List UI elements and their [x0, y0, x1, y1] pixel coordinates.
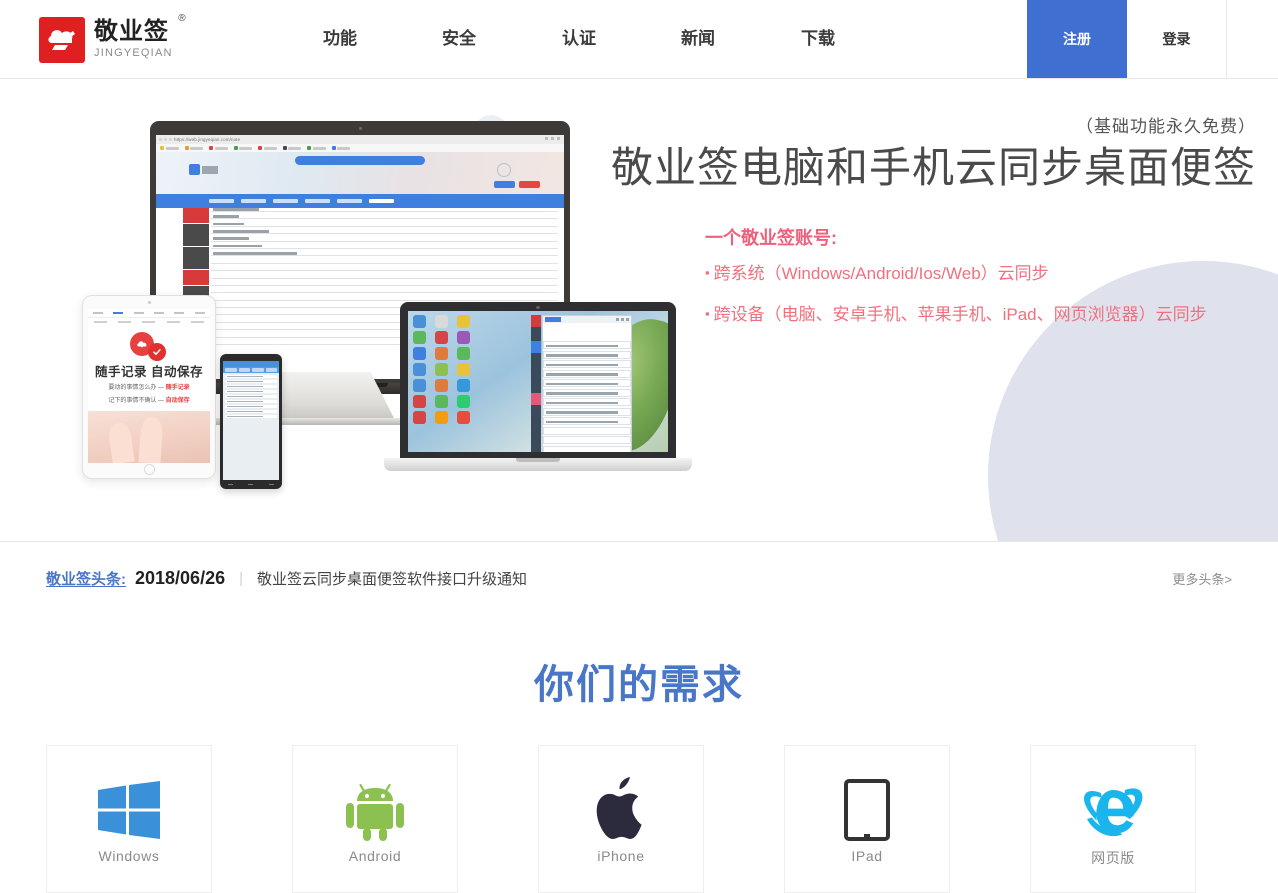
webapp-logo-icon	[188, 164, 218, 175]
sticky-note-items	[543, 321, 631, 452]
device-phone	[220, 354, 282, 489]
hero-bullet-list: 一个敬业签账号: ▪ 跨系统（Windows/Android/Ios/Web）云同…	[611, 223, 1256, 335]
hero-free-note: （基础功能永久免费）	[1076, 117, 1256, 136]
tablet-camera-icon	[147, 301, 151, 304]
phone-note-list	[223, 373, 279, 422]
ipad-icon	[844, 776, 890, 844]
platform-label-ipad: IPad	[851, 848, 883, 864]
news-label: 敬业签头条:	[46, 571, 126, 588]
android-icon	[346, 776, 404, 844]
nav-item-download[interactable]: 下载	[775, 0, 861, 78]
webapp-tab-bar	[156, 194, 564, 208]
internet-explorer-icon	[1081, 776, 1145, 844]
webapp-header-banner	[156, 152, 564, 194]
bookmark-item	[233, 146, 252, 150]
desktop-sticky-note-window	[542, 315, 632, 452]
hero-bullet-2: ▪ 跨设备（电脑、安卓手机、苹果手机、iPad、网页浏览器）云同步	[705, 294, 1256, 335]
page-root: 敬业签 ® JINGYEQIAN 功能 安全 认证 新闻 下载 注册 登录 ht…	[0, 0, 1278, 893]
nav-item-features[interactable]: 功能	[297, 0, 383, 78]
monitor-camera-icon	[536, 305, 540, 309]
bookmark-item	[282, 146, 301, 150]
bullet-dot-icon: ▪	[704, 306, 710, 321]
desktop-note-sidebar	[531, 315, 541, 452]
nav-item-security[interactable]: 安全	[416, 0, 502, 78]
apple-icon	[594, 776, 649, 844]
platform-card-iphone[interactable]: iPhone	[538, 745, 704, 893]
news-headline-link[interactable]: 敬业签云同步桌面便签软件接口升级通知	[257, 568, 527, 589]
hero-section: https://web.jingyeqian.com/note 随手记录 自动保…	[0, 79, 1278, 541]
browser-url-text: https://web.jingyeqian.com/note	[174, 136, 241, 142]
register-button[interactable]: 注册	[1027, 0, 1127, 78]
hero-bullet-1: ▪ 跨系统（Windows/Android/Ios/Web）云同步	[705, 253, 1256, 294]
laptop-camera-icon	[358, 127, 362, 130]
tablet-badge-icons	[88, 332, 210, 362]
phone-nav-buttons	[220, 481, 282, 488]
platform-card-web[interactable]: 网页版	[1030, 745, 1196, 893]
monitor-hinge	[516, 458, 560, 462]
tablet-screen: 随手记录 自动保存 要动的事情怎么办 — 随手记录 记下的事情不确认 — 自动保…	[88, 309, 210, 463]
news-date: 2018/06/26	[135, 568, 226, 588]
platform-label-android: Android	[348, 848, 402, 864]
browser-chrome-bar: https://web.jingyeqian.com/note	[156, 135, 564, 144]
platform-label-iphone: iPhone	[597, 848, 645, 864]
site-header: 敬业签 ® JINGYEQIAN 功能 安全 认证 新闻 下载 注册 登录	[0, 0, 1278, 79]
platform-card-windows[interactable]: Windows	[46, 745, 212, 893]
platform-label-windows: Windows	[98, 848, 160, 864]
news-more-link[interactable]: 更多头条>	[1172, 569, 1232, 588]
webapp-avatar-icon	[496, 163, 511, 177]
tablet-tab-bar	[88, 309, 210, 318]
desktop-icons	[413, 315, 475, 424]
check-circle-icon	[148, 343, 166, 361]
bookmark-item	[160, 146, 179, 150]
webapp-search-bar	[294, 156, 426, 165]
hero-title: 敬业签电脑和手机云同步桌面便签	[610, 144, 1256, 191]
platform-card-ipad[interactable]: IPad	[784, 745, 950, 893]
sticky-note-tab	[545, 317, 561, 322]
bookmark-item	[307, 146, 326, 150]
tablet-promo-line-1-emphasis: 随手记录	[165, 385, 190, 391]
webapp-action-buttons	[493, 181, 540, 188]
hero-bullet-1-text: 跨系统（Windows/Android/Ios/Web）云同步	[713, 264, 1049, 283]
bookmark-item	[209, 146, 228, 150]
tablet-home-button	[143, 464, 155, 475]
nav-item-news[interactable]: 新闻	[655, 0, 741, 78]
tablet-promo-art: 随手记录 自动保存 要动的事情怎么办 — 随手记录 记下的事情不确认 — 自动保…	[88, 326, 210, 407]
tablet-hand-photo	[88, 411, 210, 463]
tablet-promo-heading: 随手记录 自动保存	[95, 365, 203, 379]
tablet-toolbar	[88, 318, 210, 326]
platform-card-list: Windows Android iPhone IPad 网页版	[46, 745, 1232, 893]
hero-copy: （基础功能永久免费） 敬业签电脑和手机云同步桌面便签 一个敬业签账号: ▪ 跨系统…	[611, 115, 1256, 335]
tablet-promo-line-2-text: 记下的事情不确认 —	[108, 398, 166, 404]
needs-section-title: 你们的需求	[534, 663, 744, 707]
bookmark-item	[331, 146, 350, 150]
tablet-promo-line-1: 要动的事情怎么办 — 随手记录	[88, 383, 210, 394]
device-tablet: 随手记录 自动保存 要动的事情怎么办 — 随手记录 记下的事情不确认 — 自动保…	[82, 295, 216, 479]
browser-window-controls-icon	[545, 137, 560, 140]
bookmark-item	[258, 146, 277, 150]
browser-bookmarks-bar	[156, 144, 564, 152]
tablet-promo-line-2-emphasis: 自动保存	[165, 398, 190, 404]
news-divider: |	[239, 570, 243, 587]
windows-icon	[98, 776, 160, 844]
phone-screen	[223, 361, 279, 480]
news-ticker-bar: 敬业签头条: 2018/06/26 | 敬业签云同步桌面便签软件接口升级通知 更…	[0, 541, 1278, 614]
login-button[interactable]: 登录	[1127, 0, 1227, 78]
platform-card-android[interactable]: Android	[292, 745, 458, 893]
browser-traffic-lights-icon	[159, 138, 172, 141]
tablet-promo-line-1-text: 要动的事情怎么办 —	[108, 385, 166, 391]
hero-subtitle: 一个敬业签账号:	[704, 228, 837, 248]
bullet-dot-icon: ▪	[704, 265, 710, 280]
bookmark-item	[184, 146, 203, 150]
nav-item-certification[interactable]: 认证	[536, 0, 622, 78]
hero-device-illustration: https://web.jingyeqian.com/note 随手记录 自动保…	[60, 99, 700, 519]
hero-bullet-2-text: 跨设备（电脑、安卓手机、苹果手机、iPad、网页浏览器）云同步	[713, 305, 1207, 324]
tablet-promo-line-2: 记下的事情不确认 — 自动保存	[88, 396, 210, 407]
platform-label-web: 网页版	[1091, 850, 1135, 866]
